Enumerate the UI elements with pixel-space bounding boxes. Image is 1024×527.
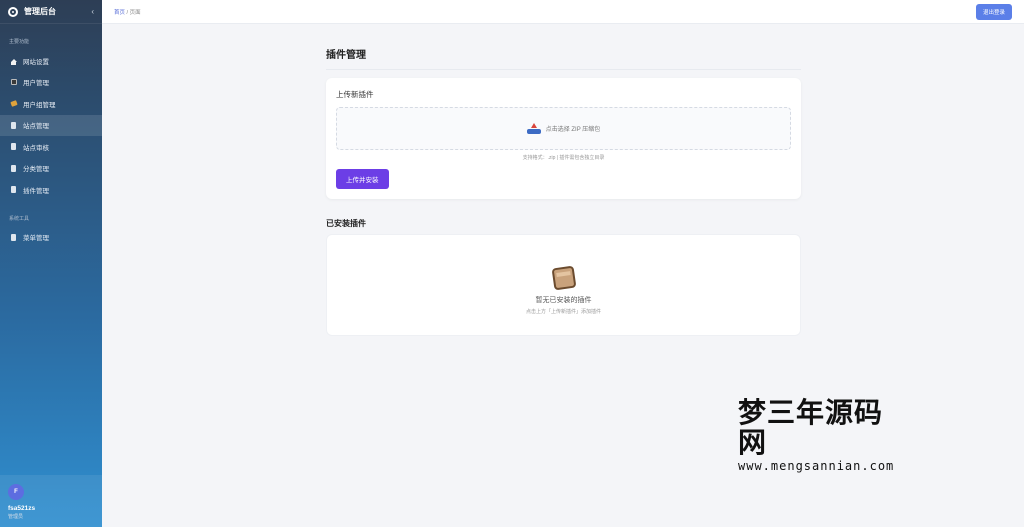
sidebar-item-user-groups[interactable]: 用户组管理 — [0, 93, 102, 115]
upload-install-button[interactable]: 上传并安装 — [336, 169, 389, 189]
user-icon — [10, 79, 17, 86]
breadcrumb: 首页 / 页面 — [114, 8, 976, 16]
sidebar-item-label: 用户组管理 — [23, 101, 56, 109]
sidebar-item-site-settings[interactable]: 网站设置 — [0, 50, 102, 72]
document-icon — [10, 186, 17, 194]
sidebar-item-label: 站点管理 — [23, 123, 49, 131]
user-name: fsa521zs — [8, 505, 36, 512]
upload-plugin-card: 上传新插件 点击选择 ZIP 压缩包 支持格式：.zip | 插件需包含独立目录… — [326, 78, 801, 199]
avatar: F — [8, 484, 24, 500]
document-icon — [10, 164, 17, 172]
dropzone-text: 点击选择 ZIP 压缩包 — [545, 127, 601, 133]
sidebar-item-site-review[interactable]: 站点审核 — [0, 136, 102, 158]
sidebar-item-label: 用户管理 — [23, 80, 49, 88]
upload-hint: 支持格式：.zip | 插件需包含独立目录 — [522, 155, 605, 161]
home-icon — [10, 57, 17, 66]
user-profile[interactable]: F fsa521zs 管理员 — [0, 475, 102, 527]
sidebar: 管理后台 ‹ 主要功能 网站设置 用户管理 用户组管理 站点管理 站点审核 分类… — [0, 0, 102, 527]
installed-plugins-title: 已安装插件 — [326, 219, 366, 228]
sidebar-item-categories[interactable]: 分类管理 — [0, 158, 102, 180]
sidebar-item-label: 菜单管理 — [23, 235, 49, 243]
sidebar-item-users[interactable]: 用户管理 — [0, 72, 102, 94]
sidebar-item-label: 站点审核 — [23, 144, 49, 152]
watermark-title: 梦三年源码网 — [738, 396, 884, 459]
sidebar-item-label: 插件管理 — [23, 187, 49, 195]
sidebar-brand: 管理后台 ‹ — [0, 0, 102, 24]
page-title: 插件管理 — [326, 46, 801, 70]
watermark: 梦三年源码网 www.mengsannian.com — [738, 396, 898, 474]
document-icon — [10, 121, 17, 129]
collapse-sidebar-icon[interactable]: ‹ — [91, 7, 94, 16]
breadcrumb-home-link[interactable]: 首页 — [114, 10, 125, 16]
upload-card-title: 上传新插件 — [336, 90, 374, 99]
user-role: 管理员 — [8, 514, 24, 520]
breadcrumb-current: 页面 — [129, 9, 141, 16]
nav-group-title-main: 主要功能 — [9, 39, 30, 45]
nav-group-title-tools: 系统工具 — [9, 215, 30, 222]
sidebar-item-sites[interactable]: 站点管理 — [0, 114, 102, 136]
sidebar-item-plugins[interactable]: 插件管理 — [0, 179, 102, 201]
sidebar-item-label: 分类管理 — [23, 166, 49, 174]
topbar: 首页 / 页面 退出登录 — [102, 0, 1024, 24]
empty-state-subtext: 点击上方「上传新插件」添加插件 — [525, 309, 601, 315]
empty-state-text: 暂无已安装的插件 — [535, 297, 592, 304]
main-content: 插件管理 上传新插件 点击选择 ZIP 压缩包 支持格式：.zip | 插件需包… — [326, 46, 801, 336]
sidebar-item-label: 网站设置 — [23, 58, 49, 66]
installed-plugins-empty-state: 暂无已安装的插件 点击上方「上传新插件」添加插件 — [326, 234, 801, 336]
tag-icon — [9, 100, 18, 108]
upload-icon — [526, 122, 541, 134]
sidebar-item-menus[interactable]: 菜单管理 — [0, 227, 102, 249]
document-icon — [10, 143, 17, 151]
document-icon — [10, 233, 17, 241]
zip-dropzone[interactable]: 点击选择 ZIP 压缩包 — [336, 107, 791, 150]
gear-logo-icon — [8, 6, 18, 17]
brand-title: 管理后台 — [24, 7, 56, 16]
package-box-icon — [551, 265, 576, 291]
logout-button[interactable]: 退出登录 — [975, 3, 1012, 20]
watermark-url: www.mengsannian.com — [738, 459, 895, 473]
